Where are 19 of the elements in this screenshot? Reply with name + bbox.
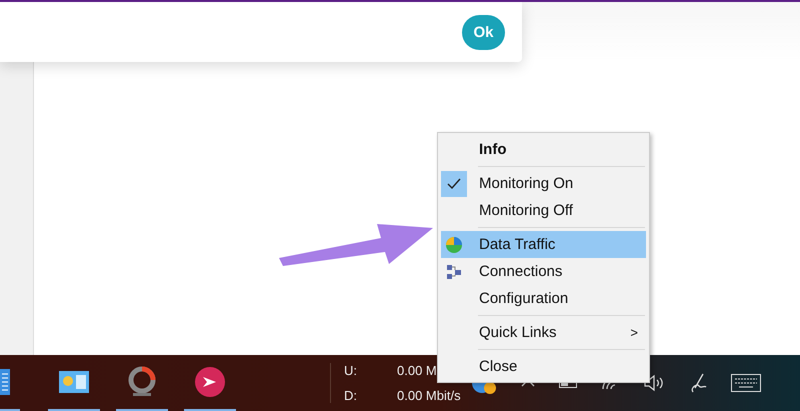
pie-chart-icon: [445, 236, 463, 254]
menu-item[interactable]: Monitoring Off: [441, 197, 646, 224]
menu-item[interactable]: Configuration: [441, 285, 646, 312]
menu-item[interactable]: Info: [441, 136, 646, 163]
aperture-logo-icon[interactable]: [126, 366, 158, 398]
speed-label: U:: [344, 363, 358, 378]
pen-icon[interactable]: [688, 373, 707, 393]
speed-value: 0.00 Mbit/s: [397, 388, 461, 403]
menu-item[interactable]: Quick Links >: [441, 319, 646, 346]
menu-item[interactable]: Monitoring On: [441, 170, 646, 197]
menu-item[interactable]: Close: [441, 353, 646, 380]
network-icon: [446, 264, 462, 280]
menu-item[interactable]: Data Traffic: [441, 231, 646, 258]
speed-value: 0.00 M: [397, 363, 437, 378]
keyboard-icon[interactable]: [730, 374, 761, 392]
speed-label: D:: [344, 388, 358, 403]
document-icon[interactable]: [0, 369, 10, 395]
chevron-logo-icon[interactable]: [194, 366, 226, 398]
menu-item[interactable]: Connections: [441, 258, 646, 285]
